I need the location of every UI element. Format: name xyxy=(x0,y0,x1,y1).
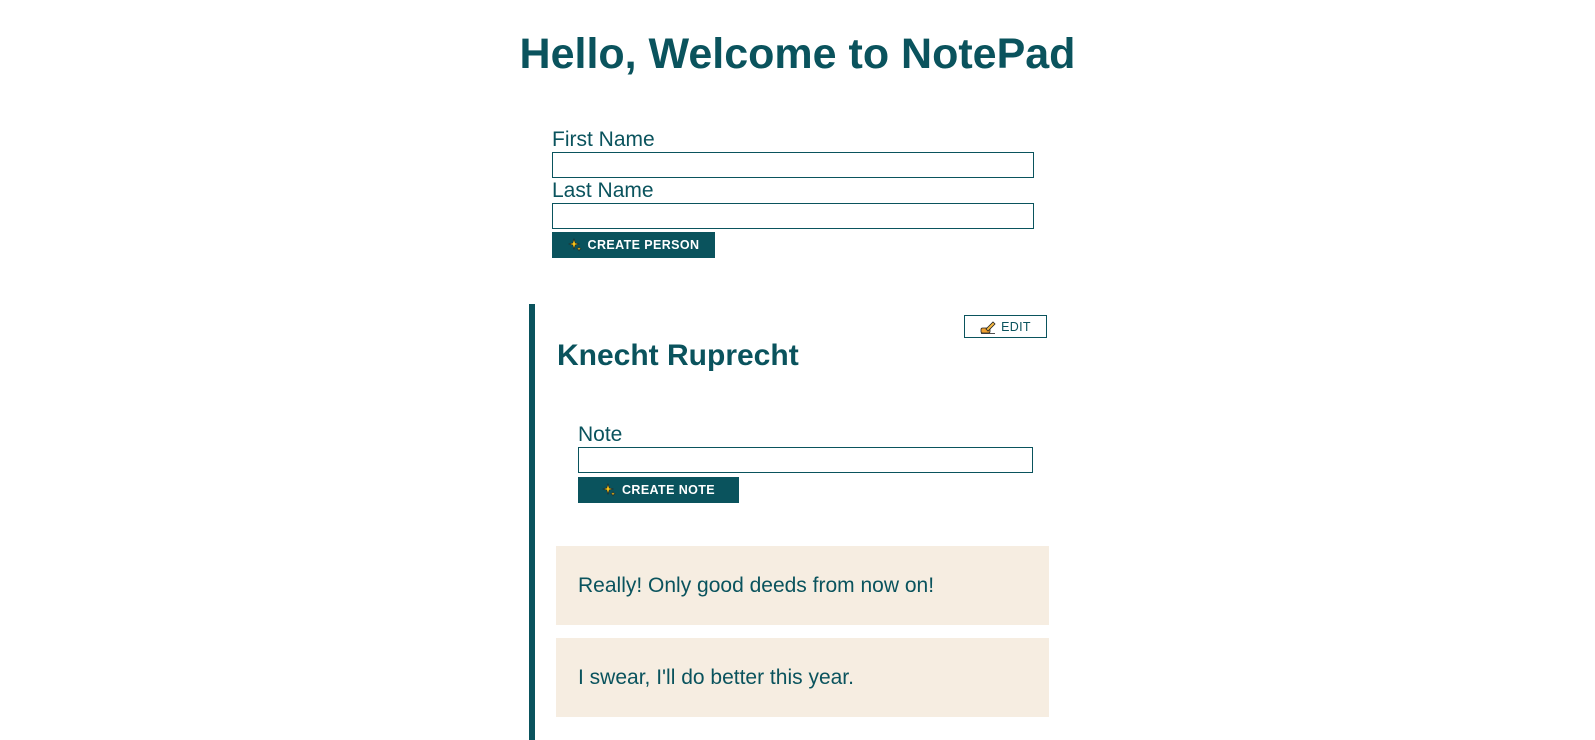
sparkles-icon xyxy=(601,483,616,497)
first-name-label: First Name xyxy=(552,128,655,151)
person-name: Knecht Ruprecht xyxy=(557,339,799,372)
note-card: Really! Only good deeds from now on! xyxy=(556,546,1049,625)
create-note-button[interactable]: CREATE NOTE xyxy=(578,477,739,503)
note-card: I swear, I'll do better this year. xyxy=(556,638,1049,717)
note-label: Note xyxy=(578,423,623,446)
create-person-button[interactable]: CREATE PERSON xyxy=(552,232,715,258)
writing-hand-icon xyxy=(980,320,996,334)
person-card: Knecht Ruprecht EDIT Note CREATE NOTE Re… xyxy=(529,304,1053,740)
create-note-form: Note CREATE NOTE xyxy=(578,422,1033,503)
edit-button[interactable]: EDIT xyxy=(964,315,1047,338)
create-person-form: First Name Last Name CREATE PERSON xyxy=(552,127,1034,258)
create-note-label: CREATE NOTE xyxy=(621,483,716,497)
first-name-input[interactable] xyxy=(552,152,1034,178)
last-name-input[interactable] xyxy=(552,203,1034,229)
note-text: Really! Only good deeds from now on! xyxy=(578,573,935,597)
note-input[interactable] xyxy=(578,447,1033,473)
create-person-label: CREATE PERSON xyxy=(587,238,700,252)
notepad-page: Hello, Welcome to NotePad First Name Las… xyxy=(0,0,1595,740)
last-name-label: Last Name xyxy=(552,179,654,202)
sparkles-icon xyxy=(567,238,582,252)
page-title: Hello, Welcome to NotePad xyxy=(519,30,1076,78)
note-text: I swear, I'll do better this year. xyxy=(578,665,854,689)
edit-label: EDIT xyxy=(1001,319,1031,334)
